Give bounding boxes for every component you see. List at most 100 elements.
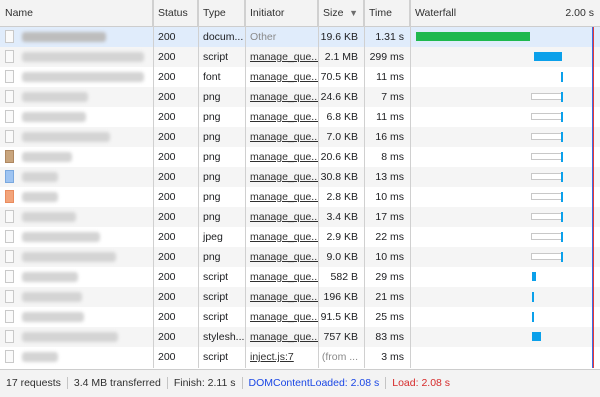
initiator-cell-text[interactable]: manage_que... <box>250 131 318 143</box>
initiator-cell[interactable]: manage_que... <box>245 187 318 207</box>
table-row[interactable]: 200 png manage_que... 6.8 KB 11 ms <box>0 107 600 127</box>
table-row[interactable]: 200 png manage_que... 9.0 KB 10 ms <box>0 247 600 267</box>
initiator-cell[interactable]: Other <box>245 27 318 47</box>
size-cell-text: 70.5 KB <box>320 71 358 83</box>
dom-content-loaded-time: DOMContentLoaded: 2.08 s <box>248 377 380 389</box>
waterfall-bar <box>561 132 563 142</box>
name-cell[interactable] <box>0 67 153 87</box>
name-cell[interactable] <box>0 187 153 207</box>
table-row[interactable]: 200 script manage_que... 91.5 KB 25 ms <box>0 307 600 327</box>
initiator-cell[interactable]: manage_que... <box>245 87 318 107</box>
column-header-time[interactable]: Time <box>364 0 410 26</box>
table-row[interactable]: 200 script manage_que... 582 B 29 ms <box>0 267 600 287</box>
initiator-cell[interactable]: manage_que... <box>245 227 318 247</box>
initiator-cell[interactable]: manage_que... <box>245 107 318 127</box>
network-request-table: Name Status Type Initiator Size ▼ Time W… <box>0 0 600 368</box>
name-cell[interactable] <box>0 287 153 307</box>
initiator-cell-text[interactable]: manage_que... <box>250 71 318 83</box>
initiator-cell[interactable]: manage_que... <box>245 127 318 147</box>
table-row[interactable]: 200 script inject.js:7 (from ... 3 ms <box>0 347 600 367</box>
initiator-cell[interactable]: manage_que... <box>245 207 318 227</box>
initiator-cell-text[interactable]: manage_que... <box>250 111 318 123</box>
time-cell: 83 ms <box>364 327 410 347</box>
name-cell[interactable] <box>0 27 153 47</box>
initiator-cell-text[interactable]: manage_que... <box>250 271 318 283</box>
table-row[interactable]: 200 png manage_que... 20.6 KB 8 ms <box>0 147 600 167</box>
initiator-cell-text[interactable]: manage_que... <box>250 151 318 163</box>
initiator-cell-text[interactable]: manage_que... <box>250 91 318 103</box>
initiator-cell[interactable]: inject.js:7 <box>245 347 318 367</box>
size-cell-text: 9.0 KB <box>326 251 358 263</box>
initiator-cell[interactable]: manage_que... <box>245 267 318 287</box>
initiator-cell[interactable]: manage_que... <box>245 247 318 267</box>
status-cell-text: 200 <box>158 191 176 203</box>
column-divider <box>410 0 411 368</box>
name-cell[interactable] <box>0 147 153 167</box>
initiator-cell-text[interactable]: manage_que... <box>250 171 318 183</box>
initiator-cell[interactable]: manage_que... <box>245 47 318 67</box>
status-cell: 200 <box>153 287 198 307</box>
column-header-size[interactable]: Size ▼ <box>318 0 364 26</box>
initiator-cell-text[interactable]: manage_que... <box>250 211 318 223</box>
table-row[interactable]: 200 font manage_que... 70.5 KB 11 ms <box>0 67 600 87</box>
column-header-status[interactable]: Status <box>153 0 198 26</box>
name-cell[interactable] <box>0 167 153 187</box>
redacted-file-name <box>22 92 88 102</box>
initiator-cell[interactable]: manage_que... <box>245 167 318 187</box>
initiator-cell-text[interactable]: manage_que... <box>250 231 318 243</box>
type-cell: png <box>198 127 245 147</box>
initiator-cell-text[interactable]: inject.js:7 <box>250 351 294 363</box>
status-cell-text: 200 <box>158 111 176 123</box>
initiator-cell[interactable]: manage_que... <box>245 67 318 87</box>
table-row[interactable]: 200 png manage_que... 30.8 KB 13 ms <box>0 167 600 187</box>
table-row[interactable]: 200 png manage_que... 3.4 KB 17 ms <box>0 207 600 227</box>
redacted-file-name <box>22 332 118 342</box>
initiator-cell[interactable]: manage_que... <box>245 147 318 167</box>
table-row[interactable]: 200 stylesh... manage_que... 757 KB 83 ms <box>0 327 600 347</box>
table-row[interactable]: 200 png manage_que... 24.6 KB 7 ms <box>0 87 600 107</box>
name-cell[interactable] <box>0 107 153 127</box>
status-cell-text: 200 <box>158 31 176 43</box>
size-cell-text: 30.8 KB <box>320 171 358 183</box>
name-cell[interactable] <box>0 47 153 67</box>
initiator-cell-text[interactable]: manage_que... <box>250 311 318 323</box>
column-header-waterfall[interactable]: Waterfall 2.00 s <box>410 0 600 26</box>
initiator-cell[interactable]: manage_que... <box>245 287 318 307</box>
status-cell-text: 200 <box>158 131 176 143</box>
table-row[interactable]: 200 script manage_que... 2.1 MB 299 ms <box>0 47 600 67</box>
initiator-cell-text[interactable]: manage_que... <box>250 51 318 63</box>
status-cell: 200 <box>153 347 198 367</box>
name-cell[interactable] <box>0 87 153 107</box>
name-cell[interactable] <box>0 267 153 287</box>
name-cell[interactable] <box>0 327 153 347</box>
document-icon <box>5 130 14 143</box>
name-cell[interactable] <box>0 227 153 247</box>
name-cell[interactable] <box>0 127 153 147</box>
name-cell[interactable] <box>0 347 153 367</box>
time-cell-text: 11 ms <box>376 111 404 123</box>
initiator-cell-text[interactable]: Other <box>250 31 276 43</box>
table-row[interactable]: 200 jpeg manage_que... 2.9 KB 22 ms <box>0 227 600 247</box>
column-header-initiator[interactable]: Initiator <box>245 0 318 26</box>
document-icon <box>5 110 14 123</box>
document-icon <box>5 330 14 343</box>
initiator-cell-text[interactable]: manage_que... <box>250 191 318 203</box>
waterfall-bar <box>561 172 563 182</box>
table-row[interactable]: 200 docum... Other 19.6 KB 1.31 s <box>0 27 600 47</box>
column-header-type[interactable]: Type <box>198 0 245 26</box>
initiator-cell-text[interactable]: manage_que... <box>250 251 318 263</box>
initiator-cell-text[interactable]: manage_que... <box>250 331 318 343</box>
name-cell[interactable] <box>0 307 153 327</box>
time-cell-text: 7 ms <box>381 91 404 103</box>
table-row[interactable]: 200 png manage_que... 2.8 KB 10 ms <box>0 187 600 207</box>
name-cell[interactable] <box>0 247 153 267</box>
column-header-name[interactable]: Name <box>0 0 153 26</box>
initiator-cell[interactable]: manage_que... <box>245 307 318 327</box>
table-row[interactable]: 200 script manage_que... 196 KB 21 ms <box>0 287 600 307</box>
time-cell-text: 11 ms <box>376 71 404 83</box>
name-cell[interactable] <box>0 207 153 227</box>
table-row[interactable]: 200 png manage_que... 7.0 KB 16 ms <box>0 127 600 147</box>
status-cell-text: 200 <box>158 151 176 163</box>
initiator-cell-text[interactable]: manage_que... <box>250 291 318 303</box>
initiator-cell[interactable]: manage_que... <box>245 327 318 347</box>
